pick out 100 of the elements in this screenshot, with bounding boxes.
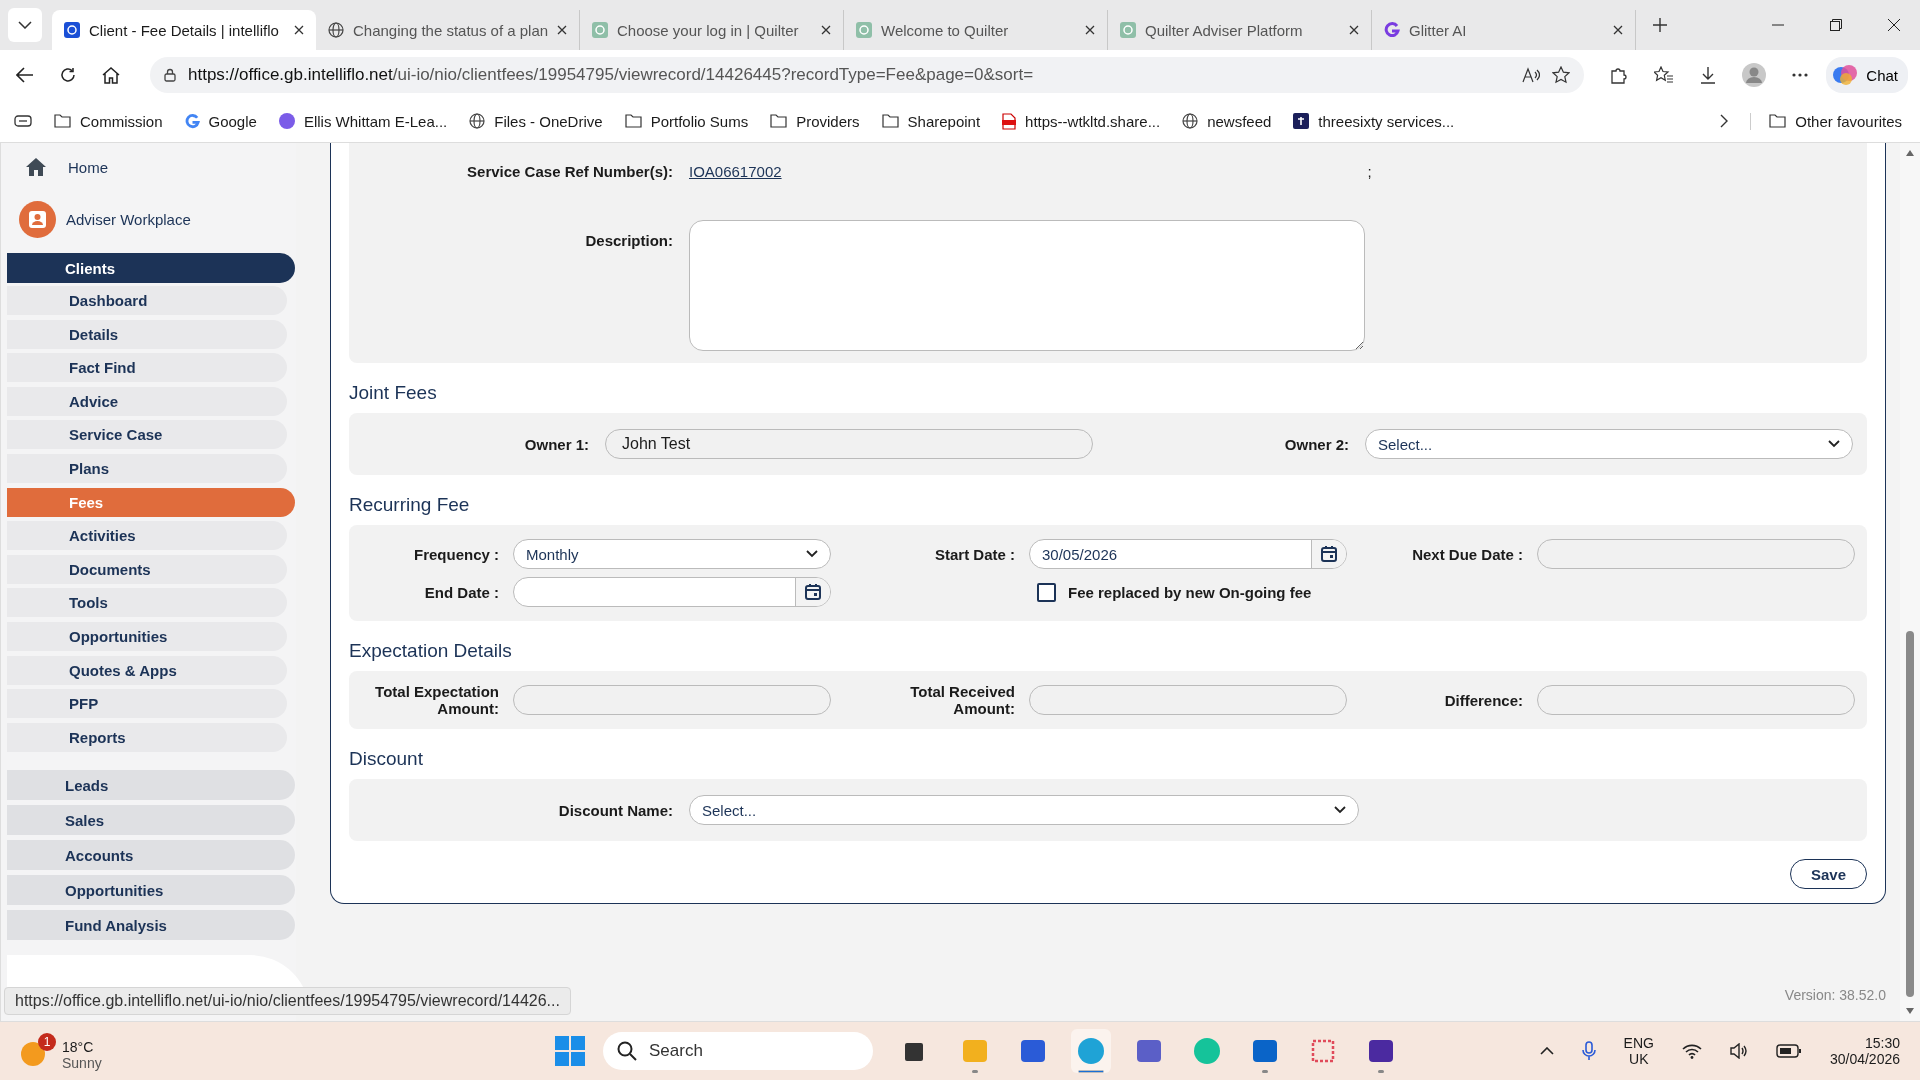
more-icon[interactable] bbox=[1792, 73, 1809, 77]
nav-item[interactable]: Activities bbox=[7, 521, 287, 551]
next-due-date-field[interactable] bbox=[1537, 539, 1855, 569]
close-icon[interactable] bbox=[1888, 19, 1900, 31]
language-indicator[interactable]: ENG UK bbox=[1623, 1035, 1654, 1067]
nav-group[interactable]: Opportunities bbox=[7, 875, 295, 906]
weather-widget[interactable]: 1 18°C Sunny bbox=[20, 1029, 106, 1073]
nav-item[interactable]: Opportunities bbox=[7, 621, 287, 651]
globe-icon bbox=[1182, 113, 1199, 129]
nav-item[interactable]: Dashboard bbox=[7, 286, 287, 315]
windows-start-icon[interactable] bbox=[555, 1036, 585, 1066]
restore-icon[interactable] bbox=[1830, 19, 1842, 31]
close-icon[interactable] bbox=[821, 25, 831, 35]
nav-item[interactable]: Quotes & Apps bbox=[7, 655, 287, 685]
nav-item[interactable]: Details bbox=[7, 319, 287, 349]
close-icon[interactable] bbox=[1613, 25, 1623, 35]
nav-group[interactable]: Clients bbox=[7, 253, 295, 283]
nav-group[interactable]: Fund Analysis bbox=[7, 910, 295, 941]
address-bar[interactable]: https://office.gb.intelliflo.net/ui-io/nio/clientfees/19954795/viewrecord/14426445?recordType=Fee&page=0&sort= bbox=[150, 57, 1585, 93]
battery-icon[interactable] bbox=[1775, 1044, 1802, 1058]
wifi-icon[interactable] bbox=[1681, 1043, 1702, 1059]
download-icon[interactable] bbox=[1700, 66, 1717, 84]
home-link[interactable]: Home bbox=[7, 143, 296, 191]
nav-group[interactable]: Accounts bbox=[7, 840, 295, 871]
calendar-icon[interactable] bbox=[1321, 546, 1337, 562]
nav-group[interactable]: Sales bbox=[7, 805, 295, 836]
tab-actions-icon[interactable] bbox=[14, 114, 32, 128]
speaker-icon[interactable] bbox=[1729, 1043, 1748, 1059]
workplace-link[interactable]: Adviser Workplace bbox=[7, 191, 296, 247]
clock[interactable]: 15:30 30/04/2026 bbox=[1829, 1035, 1900, 1067]
avatar-icon[interactable] bbox=[1742, 63, 1767, 87]
field-label: Owner 2: bbox=[1283, 435, 1349, 453]
scroll-thumb[interactable] bbox=[1906, 631, 1914, 997]
amount-field[interactable] bbox=[513, 685, 831, 715]
description-field[interactable] bbox=[689, 220, 1365, 351]
bookmark[interactable]: Other favourites bbox=[1750, 112, 1902, 130]
section-title: Recurring Fee bbox=[349, 493, 471, 517]
favourites-icon[interactable] bbox=[1654, 66, 1675, 84]
bookmark[interactable]: newsfeed bbox=[1182, 112, 1272, 130]
bookmark[interactable]: Files - OneDrive bbox=[469, 112, 603, 130]
nav-item[interactable]: Plans bbox=[7, 453, 287, 483]
bookmark[interactable]: https--wtkltd.share... bbox=[1002, 112, 1161, 130]
nav-item[interactable]: Documents bbox=[7, 554, 287, 584]
save-button[interactable]: Save bbox=[1789, 859, 1867, 889]
owner-field[interactable]: John Test bbox=[605, 429, 1093, 459]
nav-item[interactable]: Advice bbox=[7, 386, 287, 416]
date-field[interactable]: 30/05/2026 bbox=[1029, 539, 1347, 569]
close-icon[interactable] bbox=[557, 25, 567, 35]
service-case-link[interactable]: IOA06617002 bbox=[689, 163, 782, 180]
star-icon[interactable] bbox=[1552, 66, 1571, 84]
chevron-right-icon[interactable] bbox=[1720, 114, 1729, 128]
new-tab-icon[interactable] bbox=[1652, 17, 1668, 33]
app-icon bbox=[1309, 1037, 1337, 1065]
puzzle-icon[interactable] bbox=[1610, 66, 1629, 84]
close-icon[interactable] bbox=[1349, 25, 1359, 35]
checkbox[interactable] bbox=[1037, 582, 1056, 602]
chat-button[interactable]: Chat bbox=[1826, 57, 1908, 93]
scroll-up-icon[interactable] bbox=[1905, 149, 1915, 157]
browser-tab[interactable]: Client - Fee Details | intelliflo bbox=[52, 10, 316, 50]
bookmark[interactable]: Portfolio Sums bbox=[624, 112, 749, 130]
nav-item[interactable]: Service Case bbox=[7, 420, 287, 450]
close-icon[interactable] bbox=[1085, 25, 1095, 35]
folder-icon bbox=[54, 114, 71, 128]
frequency-dropdown[interactable]: Monthly bbox=[513, 539, 831, 569]
owner-dropdown[interactable]: Select... bbox=[1365, 429, 1853, 459]
scroll-down-icon[interactable] bbox=[1905, 1007, 1915, 1015]
home-icon bbox=[26, 158, 46, 176]
date-field[interactable] bbox=[513, 577, 831, 607]
bookmark[interactable]: Google bbox=[184, 112, 257, 130]
amount-field[interactable] bbox=[1029, 685, 1347, 715]
bookmark[interactable]: Providers bbox=[770, 112, 860, 130]
search-field[interactable]: Search bbox=[603, 1032, 873, 1070]
discount-dropdown[interactable]: Select... bbox=[689, 795, 1359, 825]
bookmark[interactable]: Ellis Whittam E-Lea... bbox=[278, 112, 448, 130]
close-icon[interactable] bbox=[294, 25, 304, 35]
bookmark[interactable]: Commission bbox=[54, 112, 163, 130]
nav-group[interactable]: Leads bbox=[7, 770, 295, 801]
bookmark[interactable]: Sharepoint bbox=[881, 112, 981, 130]
refresh-icon[interactable] bbox=[60, 67, 76, 83]
nav-item[interactable]: Tools bbox=[7, 588, 287, 618]
difference-field[interactable] bbox=[1537, 685, 1855, 715]
notification-badge: 1 bbox=[38, 1032, 56, 1051]
checkbox-label: Fee replaced by new On-going fee bbox=[1068, 583, 1312, 601]
nav-item[interactable]: PFP bbox=[7, 689, 287, 719]
back-icon[interactable] bbox=[16, 67, 34, 83]
microphone-icon[interactable] bbox=[1581, 1041, 1596, 1061]
tab-list-button[interactable] bbox=[8, 8, 42, 42]
app-icon bbox=[1135, 1037, 1163, 1065]
home-icon[interactable] bbox=[102, 66, 120, 84]
nav-item[interactable]: Reports bbox=[7, 722, 287, 752]
folder-icon bbox=[624, 114, 642, 128]
chevron-up-icon[interactable] bbox=[1539, 1047, 1554, 1055]
sun-icon bbox=[20, 1040, 46, 1067]
nav-item[interactable]: Fact Find bbox=[7, 353, 287, 383]
app-icon bbox=[1251, 1037, 1279, 1065]
read-aloud-icon[interactable] bbox=[1522, 67, 1541, 83]
field-label: Frequency : bbox=[412, 545, 499, 563]
bookmark[interactable]: threesixty services... bbox=[1293, 112, 1455, 130]
calendar-icon[interactable] bbox=[805, 584, 821, 600]
circle-logo-icon bbox=[278, 113, 295, 129]
